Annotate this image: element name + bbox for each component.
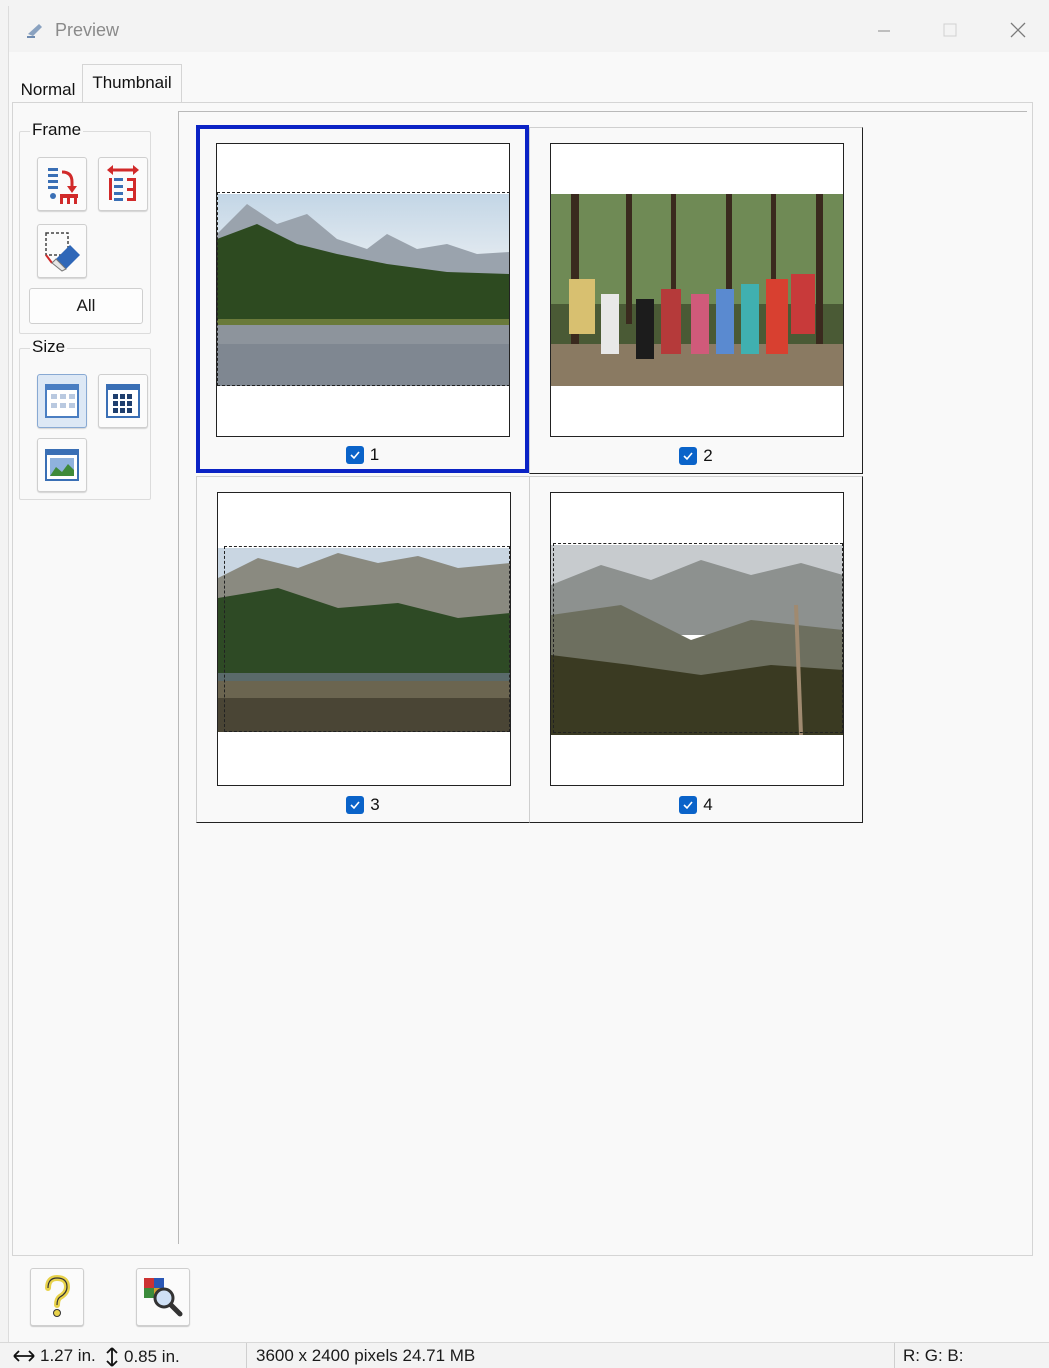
thumbnail-photo-hikers-in-forest (551, 194, 843, 386)
crop-marquee-1[interactable] (217, 192, 510, 386)
thumbnail-checkbox-row-3: 3 (197, 795, 529, 815)
window-title: Preview (55, 20, 120, 40)
erase-marquee-icon (45, 232, 80, 272)
maximize-icon (943, 23, 957, 37)
scanner-app-icon (27, 24, 42, 38)
thumbnail-cell-2[interactable]: 2 (529, 127, 863, 474)
thumbnail-checkbox-row-1: 1 (200, 445, 525, 465)
rotate-frames-button[interactable] (98, 157, 148, 211)
thumbnail-frame-3 (217, 492, 511, 786)
rotate-frames-icon (107, 165, 139, 201)
thumbnail-number-2: 2 (703, 446, 713, 465)
close-icon (1010, 22, 1026, 38)
status-divider (894, 1343, 895, 1368)
height-value: 0.85 in. (124, 1347, 180, 1366)
height-readout: 0.85 in. (104, 1346, 180, 1368)
thumbnail-frame-2 (550, 143, 844, 437)
size-group-label: Size (30, 337, 68, 357)
vertical-arrows-icon (106, 1347, 118, 1367)
frame-group-label: Frame (30, 120, 84, 140)
minimize-icon (878, 30, 890, 32)
rgb-text: R: G: B: (903, 1346, 964, 1365)
thumbnail-cell-3[interactable]: 3 (196, 476, 530, 823)
large-thumbnail-icon (45, 449, 79, 481)
select-frames-icon (48, 168, 78, 204)
large-thumbnail-button[interactable] (37, 438, 87, 492)
horizontal-arrows-icon (13, 1350, 35, 1362)
crop-marquee-4[interactable] (553, 543, 843, 733)
thumbnail-checkbox-2[interactable] (679, 447, 698, 465)
thumbnail-frame-1 (216, 143, 510, 437)
maximize-button[interactable] (927, 14, 973, 46)
rgb-readout: R: G: B: (903, 1346, 963, 1366)
width-value: 1.27 in. (40, 1346, 96, 1365)
thumbnail-checkbox-4[interactable] (679, 796, 698, 814)
checkmark-icon (683, 452, 693, 461)
close-button[interactable] (995, 14, 1041, 46)
thumbnail-number-3: 3 (370, 795, 380, 814)
status-bar: 1.27 in. 0.85 in. 3600 x 2400 pixels 24.… (0, 1342, 1049, 1368)
checkmark-icon (683, 801, 693, 810)
checkmark-icon (350, 801, 360, 810)
thumbnail-number-4: 4 (703, 795, 713, 814)
thumbnail-checkbox-1[interactable] (345, 446, 364, 464)
crop-marquee-3[interactable] (224, 546, 510, 732)
small-thumbnails-button[interactable] (37, 374, 87, 428)
image-info: 3600 x 2400 pixels 24.71 MB (256, 1346, 475, 1366)
thumbnail-cell-1[interactable]: 1 (196, 125, 529, 473)
image-info-text: 3600 x 2400 pixels 24.71 MB (256, 1346, 476, 1365)
thumbnail-checkbox-3[interactable] (346, 796, 365, 814)
thumbnail-frame-4 (550, 492, 844, 786)
checkmark-icon (350, 451, 360, 460)
medium-thumbnails-icon (106, 384, 140, 418)
help-button[interactable] (30, 1268, 84, 1326)
select-frames-button[interactable] (37, 157, 87, 211)
erase-marquee-button[interactable] (37, 224, 87, 278)
minimize-button[interactable] (861, 14, 907, 46)
thumbnail-checkbox-row-2: 2 (530, 446, 862, 466)
width-readout: 1.27 in. (12, 1346, 96, 1366)
small-thumbnails-icon (45, 384, 79, 418)
thumbnail-cell-4[interactable]: 4 (529, 476, 863, 823)
title-bar: Preview (9, 6, 1049, 52)
status-divider (246, 1343, 247, 1368)
medium-thumbnails-button[interactable] (98, 374, 148, 428)
thumbnail-number-1: 1 (369, 445, 380, 464)
magnifier-icon (144, 1278, 183, 1317)
zoom-button[interactable] (136, 1268, 190, 1326)
thumbnail-checkbox-row-4: 4 (530, 795, 862, 815)
question-mark-icon (45, 1274, 71, 1317)
select-all-button[interactable]: All (29, 288, 143, 324)
